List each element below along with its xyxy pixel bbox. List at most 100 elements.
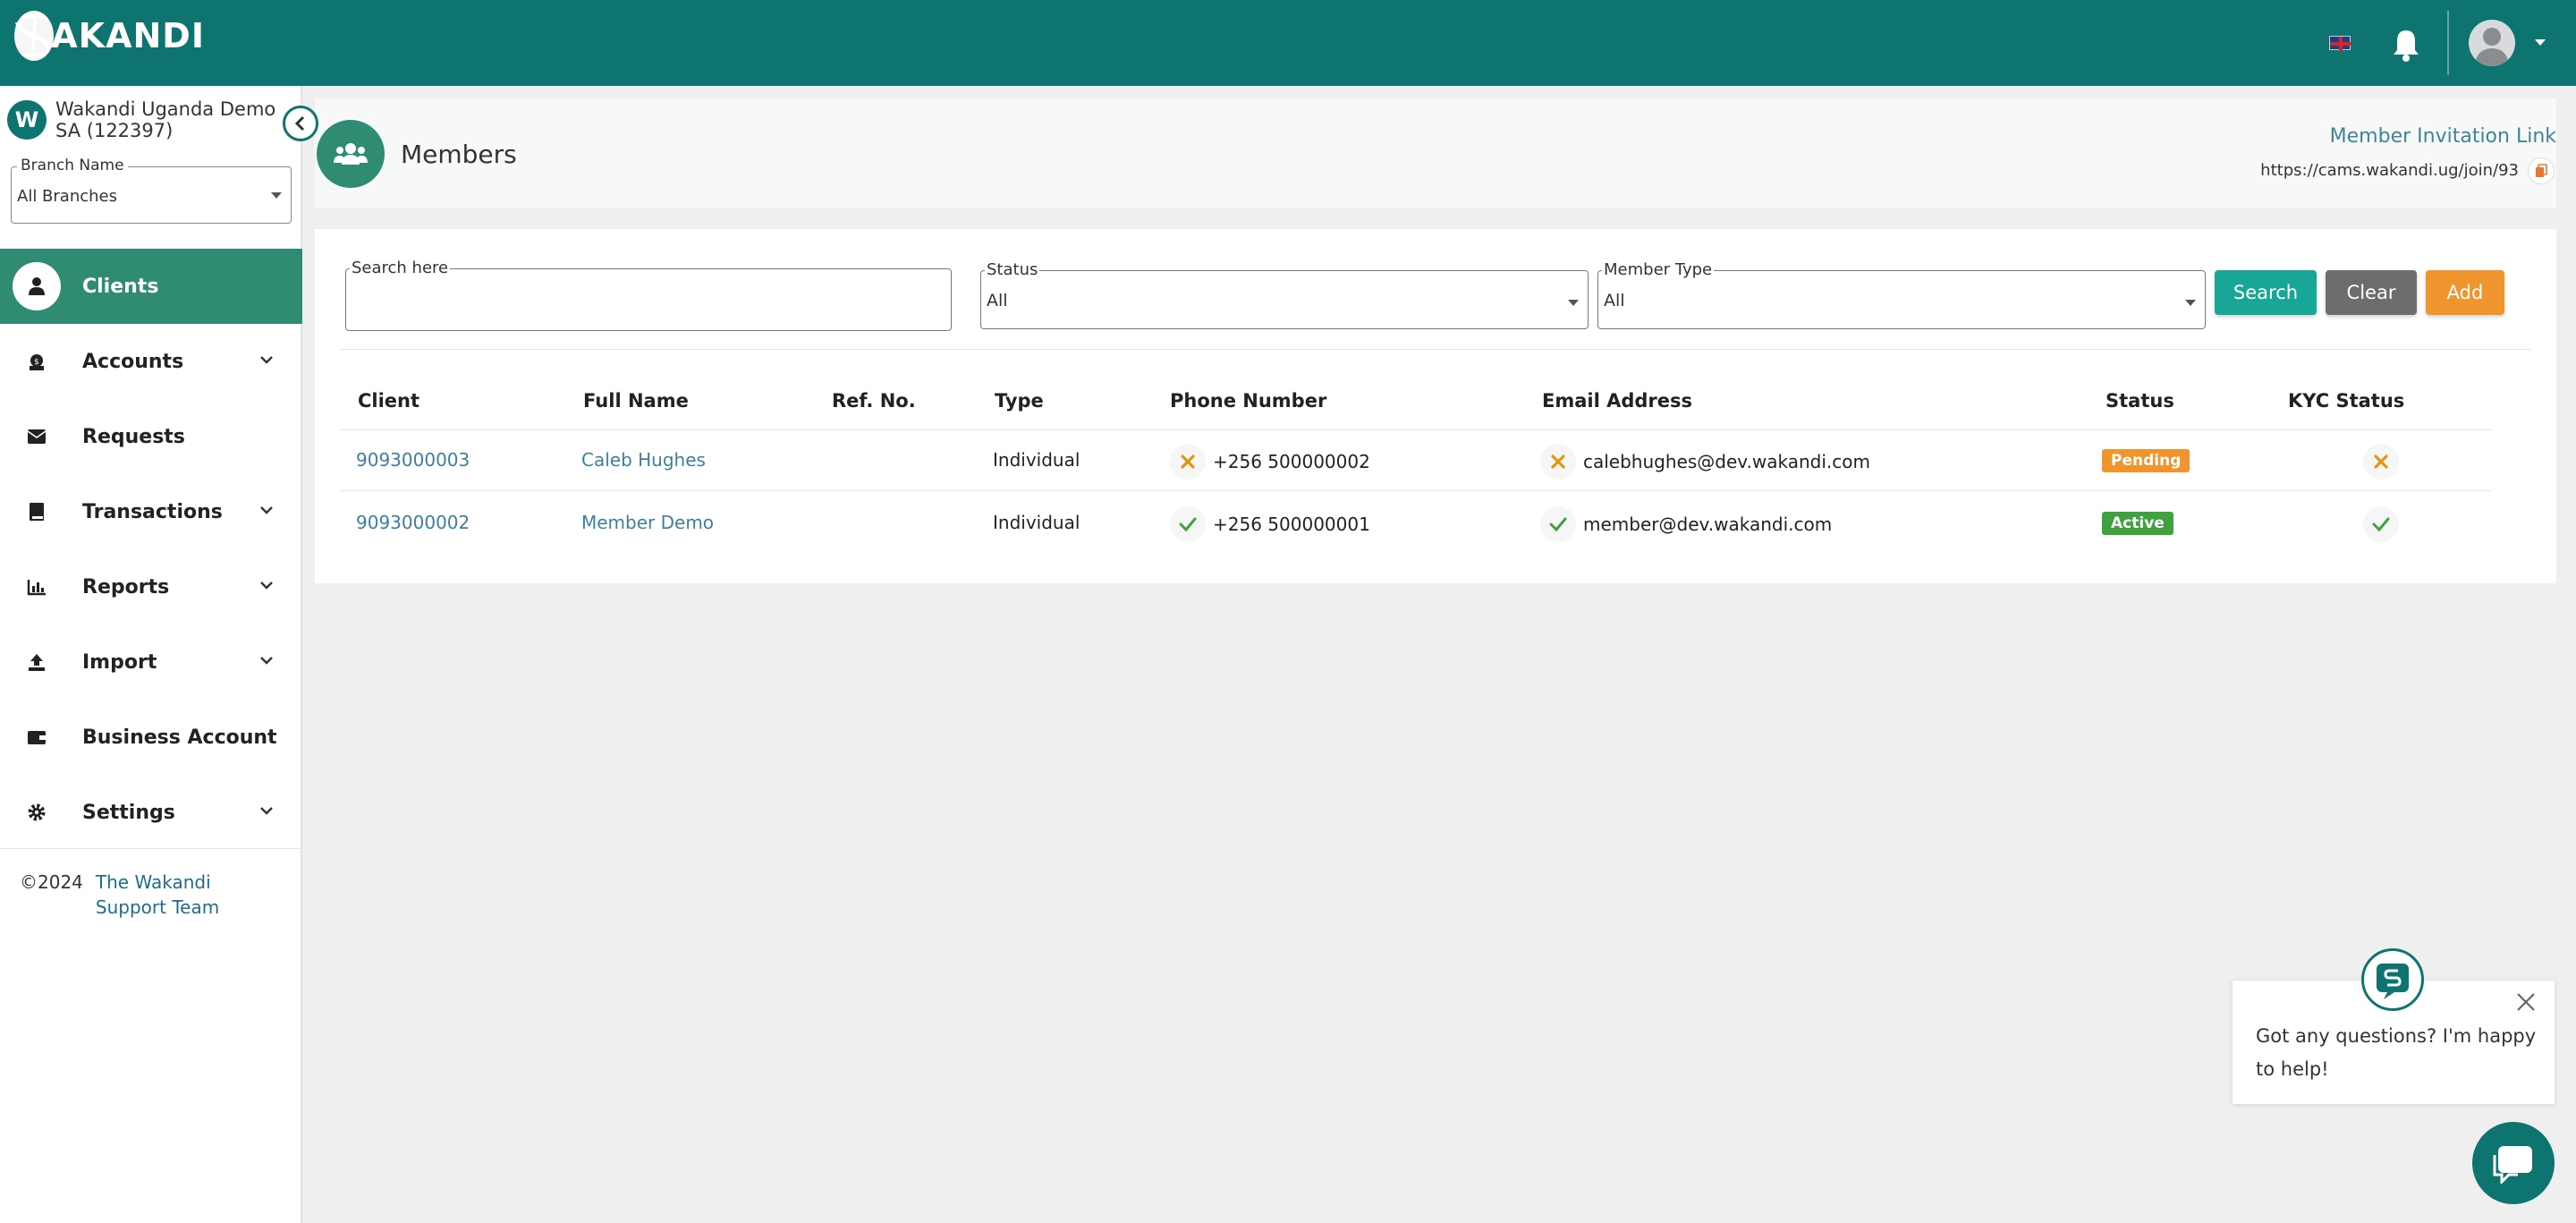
wakandi-logo-icon [14,11,54,61]
table-header-divider [340,429,2492,430]
sidebar-footer: ©2024 The Wakandi Support Team [20,870,275,920]
col-header-status[interactable]: Status [2106,390,2174,412]
chat-bubble-icon [2493,1146,2532,1184]
top-divider [2447,11,2449,75]
org-info: W Wakandi Uganda Demo SA (122397) [7,98,297,141]
member-type-select-value: All [1604,291,1625,310]
email-address: member@dev.wakandi.com [1583,514,1833,535]
sidebar-item-label: Reports [82,575,170,599]
search-field[interactable]: Search here [345,259,952,331]
full-name-link[interactable]: Member Demo [581,512,714,533]
kyc-verified-check-icon [2363,506,2399,542]
status-select-value: All [987,291,1008,310]
status-badge: Pending [2102,449,2190,472]
envelope-icon [13,412,61,461]
money-bag-icon: $ [13,337,61,386]
caret-down-icon [271,192,282,199]
email-address: calebhughes@dev.wakandi.com [1583,451,1870,472]
chevron-down-icon [260,356,273,364]
sidebar-item-clients[interactable]: Clients [0,249,302,324]
bar-chart-icon [13,563,61,611]
page-title: Members [401,140,517,169]
chevron-down-icon [260,657,273,665]
phone-unverified-x-icon [1170,444,1206,480]
chat-agent-avatar [2361,948,2424,1011]
sidebar-collapse-button[interactable] [283,106,318,141]
sidebar-item-settings[interactable]: Settings [0,775,302,850]
upload-icon [13,638,61,686]
gear-icon [13,788,61,837]
col-header-ref-no[interactable]: Ref. No. [832,390,916,412]
col-header-phone-number[interactable]: Phone Number [1170,390,1326,412]
page-header: Members Member Invitation Link https://c… [315,98,2556,208]
sidebar-item-requests[interactable]: Requests [0,399,302,474]
chevron-down-icon [260,506,273,514]
member-invitation-link[interactable]: Member Invitation Link [2330,125,2556,148]
col-header-full-name[interactable]: Full Name [583,390,689,412]
user-icon [13,262,61,310]
copy-icon[interactable] [2528,157,2555,184]
client-id-link[interactable]: 9093000003 [356,449,470,471]
close-icon[interactable] [2513,989,2538,1015]
sidebar-item-label: Requests [82,425,185,448]
row-divider [340,490,2492,491]
full-name-link[interactable]: Caleb Hughes [581,449,706,471]
chevron-down-icon [260,582,273,590]
chat-launcher-button[interactable] [2472,1122,2555,1204]
col-header-client[interactable]: Client [358,390,419,412]
phone-number: +256 500000001 [1213,514,1370,535]
wakandi-logo[interactable]: WAKANDI [14,11,205,61]
search-input[interactable] [352,287,924,323]
search-button[interactable]: Search [2215,270,2317,315]
client-id-link[interactable]: 9093000002 [356,512,470,533]
sidebar-item-label: Settings [82,801,175,824]
add-button[interactable]: Add [2426,270,2504,315]
branch-select-label: Branch Name [17,157,128,174]
sidebar-item-transactions[interactable]: Transactions [0,474,302,549]
sidebar-item-reports[interactable]: Reports [0,549,302,624]
member-type: Individual [993,512,1080,533]
caret-down-icon [2185,300,2196,306]
invitation-url: https://cams.wakandi.ug/join/93 [2260,161,2519,180]
bell-icon[interactable] [2390,27,2422,63]
branch-select[interactable]: Branch Name All Branches [11,157,292,224]
sidebar-nav: Clients $ Accounts Requests Transactions [0,249,302,850]
support-team-link[interactable]: The Wakandi Support Team [96,870,275,920]
clear-button[interactable]: Clear [2326,270,2417,315]
member-type-select-label: Member Type [1602,260,1715,279]
svg-text:$: $ [34,358,39,367]
card-divider [340,349,2531,350]
caret-down-icon [1568,300,1579,306]
status-select-label: Status [985,260,1040,279]
chevron-down-icon [260,807,273,815]
status-select[interactable]: Status All [980,260,1589,329]
sidebar-item-business-account[interactable]: Business Account [0,700,302,775]
wallet-icon [13,713,61,761]
user-menu-caret-icon[interactable] [2535,39,2546,46]
branch-select-value: All Branches [17,187,117,206]
sidebar-item-accounts[interactable]: $ Accounts [0,324,302,399]
sidebar-item-label: Clients [82,275,159,298]
email-unverified-x-icon [1540,444,1576,480]
top-bar: WAKANDI [0,0,2576,86]
org-avatar: W [7,100,47,140]
col-header-email-address[interactable]: Email Address [1542,390,1692,412]
member-type: Individual [993,449,1080,471]
uk-flag-icon[interactable] [2329,36,2351,51]
book-icon [13,488,61,536]
phone-number: +256 500000002 [1213,451,1370,472]
col-header-kyc-status[interactable]: KYC Status [2288,390,2404,412]
email-verified-check-icon [1540,506,1576,542]
sidebar-item-import[interactable]: Import [0,624,302,700]
chevron-left-icon [294,115,305,132]
users-icon [317,120,385,188]
user-avatar[interactable] [2469,20,2515,66]
kyc-unverified-x-icon [2363,444,2399,480]
org-name: Wakandi Uganda Demo SA (122397) [55,98,276,141]
col-header-type[interactable]: Type [995,390,1044,412]
sidebar-item-label: Transactions [82,500,223,523]
sidebar: W Wakandi Uganda Demo SA (122397) Branch… [0,86,302,1223]
chat-message: Got any questions? I'm happy to help! [2256,1025,2537,1080]
member-type-select[interactable]: Member Type All [1597,260,2206,329]
status-badge: Active [2102,512,2174,535]
